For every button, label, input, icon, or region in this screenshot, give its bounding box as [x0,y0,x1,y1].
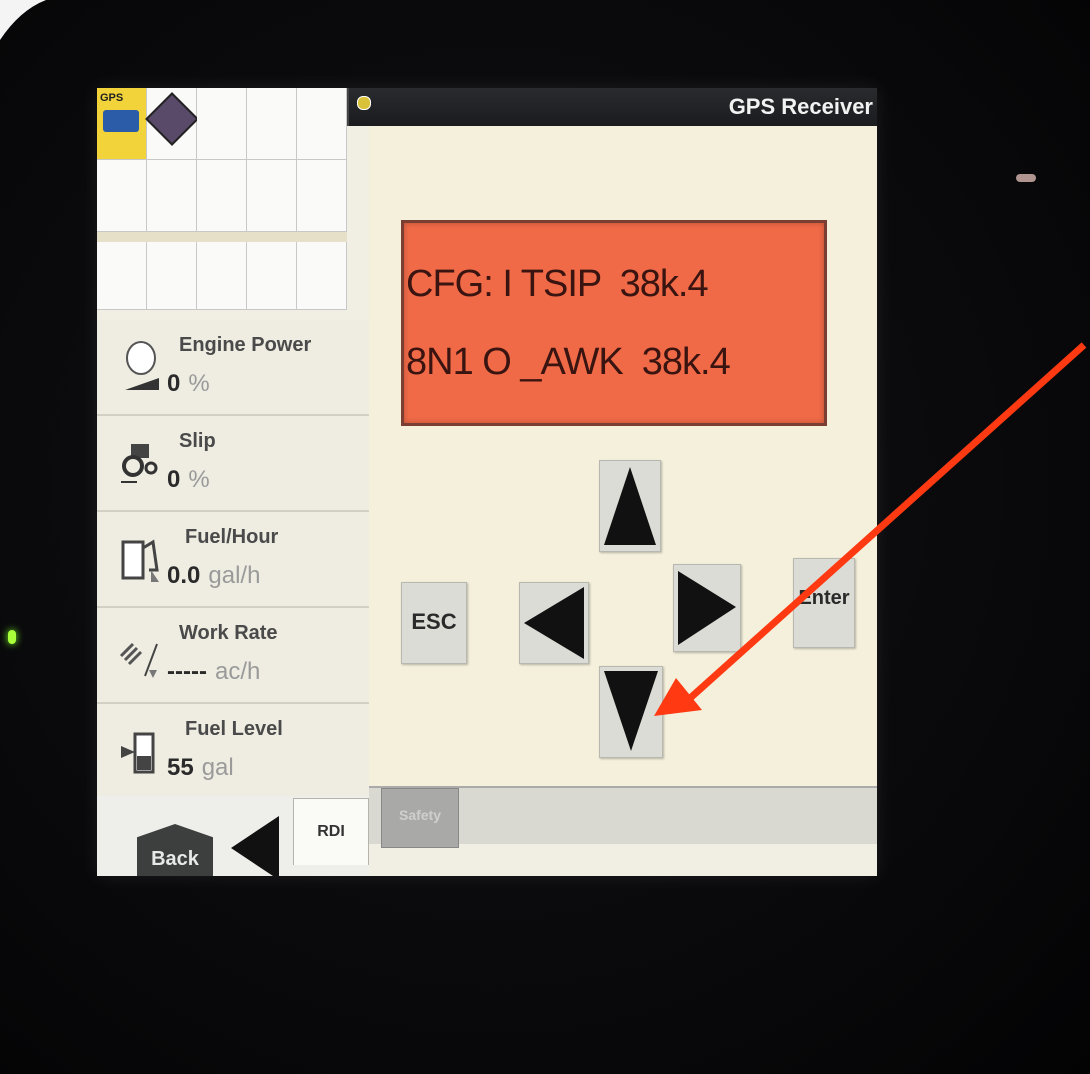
window-title-bar: GPS Receiver [347,88,877,126]
left-arrow-button[interactable] [519,582,589,664]
gauge-value-row: 0% [167,370,210,398]
gps-receiver-panel: CFG: I TSIP 38k.4 8N1 O _AWK 38k.4 ESC E… [369,126,877,786]
left-arrow-icon [524,587,584,659]
up-arrow-button[interactable] [599,460,661,552]
empty-tile[interactable] [297,242,347,310]
empty-tile[interactable] [147,160,197,232]
tab-safety[interactable]: Safety [381,788,459,848]
gauge-unit: ac/h [214,658,261,685]
gauge-engine-power[interactable]: Engine Power 0% [97,320,369,416]
previous-arrow-icon[interactable] [229,812,283,876]
gps-tractor-icon [103,110,139,132]
lcd-line-2: 8N1 O _AWK 38k.4 [406,341,731,383]
status-led [8,630,16,644]
gauge-value-row: 0.0 gal/h [167,562,260,590]
grid-divider [97,232,347,242]
gauge-value-row: 0% [167,466,210,494]
empty-tile[interactable] [197,242,247,310]
gauge-unit: gal/h [208,562,261,589]
gauge-value: 55 [167,754,194,781]
engine-icon [125,341,159,390]
empty-tile[interactable] [97,242,147,310]
gauge-title: Engine Power [179,334,312,356]
fuel-level-icon [121,732,155,774]
gauge-value: ----- [167,658,207,685]
shortcut-grid: GPS [97,88,347,232]
empty-tile[interactable] [297,88,347,160]
light-reflection [1016,174,1036,182]
gauge-value: 0 [167,466,181,493]
back-label: Back [151,848,199,870]
receiver-lcd-display: CFG: I TSIP 38k.4 8N1 O _AWK 38k.4 [401,220,827,426]
tractor-slip-icon [121,444,158,483]
gauge-title: Fuel Level [185,718,283,740]
gauge-slip[interactable]: Slip 0% [97,416,369,512]
fuel-rate-icon [121,539,159,582]
gauge-title: Work Rate [179,622,278,644]
gauge-unit: % [188,466,210,493]
right-arrow-icon [678,571,736,645]
empty-tile[interactable] [197,88,247,160]
gauge-value-row: ----- ac/h [167,658,260,686]
esc-button[interactable]: ESC [401,582,467,664]
gauge-value: 0 [167,370,181,397]
lcd-line-1: CFG: I TSIP 38k.4 [406,263,709,305]
gauge-title: Slip [179,430,216,452]
empty-tile[interactable] [297,160,347,232]
shortcut-grid-secondary [97,242,347,310]
gauge-value: 0.0 [167,562,201,589]
receiver-icon [145,92,199,146]
tab-rdi-label: RDI [317,823,345,840]
work-rate-icon [119,642,158,678]
empty-tile[interactable] [247,160,297,232]
empty-tile[interactable] [247,88,297,160]
empty-tile[interactable] [147,242,197,310]
gauge-fuel-hour[interactable]: Fuel/Hour 0.0 gal/h [97,512,369,608]
empty-tile[interactable] [97,160,147,232]
window-title: GPS Receiver [728,94,873,119]
right-arrow-button[interactable] [673,564,741,652]
gauge-panel: Engine Power 0% Slip 0% Fuel/Hour 0.0 gal… [97,320,369,800]
down-arrow-button[interactable] [599,666,663,758]
gauge-value-row: 55 gal [167,754,234,782]
tab-rdi[interactable]: RDI [293,798,369,865]
down-arrow-icon [604,671,658,751]
gauge-unit: gal [201,754,234,781]
gauge-work-rate[interactable]: Work Rate ----- ac/h [97,608,369,704]
enter-label: Enter [798,587,850,609]
gps-tile-label: GPS [100,92,124,104]
gps-shortcut-tile[interactable]: GPS [97,88,147,160]
tab-safety-label: Safety [398,807,442,823]
enter-button[interactable]: Enter [793,558,855,648]
up-arrow-icon [604,467,656,545]
empty-tile[interactable] [197,160,247,232]
gauge-title: Fuel/Hour [185,526,279,548]
display-screen: GPS Engine Power 0% Slip 0 % Fuel/Hour 0… [97,88,877,876]
receiver-shortcut-tile[interactable] [145,88,199,160]
alert-indicator-icon[interactable] [357,96,371,110]
esc-label: ESC [411,609,457,634]
empty-tile[interactable] [247,242,297,310]
gauge-unit: % [188,370,210,397]
gauge-fuel-level[interactable]: Fuel Level 55 gal [97,704,369,800]
